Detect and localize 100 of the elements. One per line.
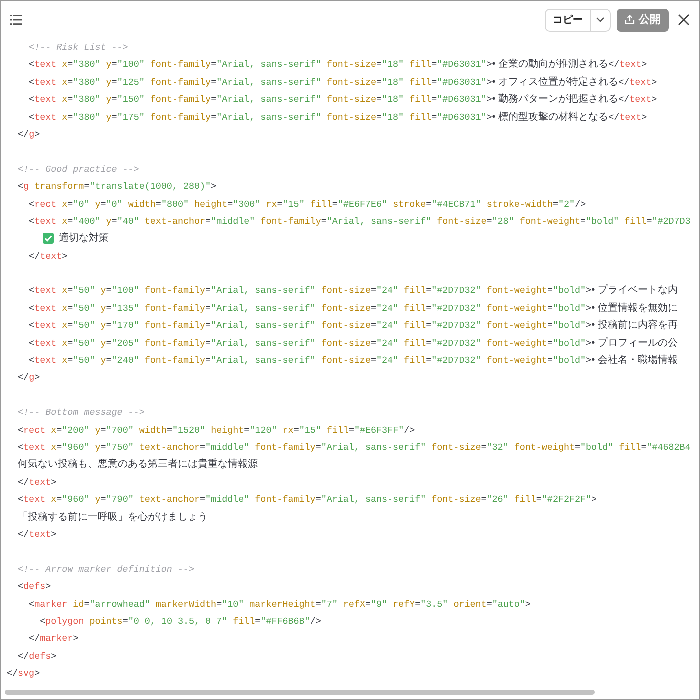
code-attribute: x — [61, 302, 68, 316]
code-tag: text — [630, 74, 652, 92]
code-tag: text — [29, 526, 52, 544]
code-attribute: transform — [34, 180, 84, 194]
code-value: "Arial, sans-serif" — [321, 493, 426, 508]
code-tag: text — [34, 74, 57, 92]
code-value: "150" — [117, 93, 145, 108]
code-attribute: fill — [624, 214, 647, 229]
code-attribute: y — [94, 440, 101, 455]
code-value: "125" — [117, 76, 145, 90]
code-value: "960" — [62, 440, 90, 455]
code-punctuation: </ — [608, 58, 620, 72]
code-punctuation: = — [580, 214, 586, 229]
code-punctuation: = — [68, 319, 74, 334]
code-attribute: x — [61, 319, 68, 334]
code-text: • プライベートな内 — [592, 284, 678, 298]
code-punctuation: = — [68, 58, 74, 72]
code-punctuation: > — [586, 319, 592, 334]
code-punctuation: < — [17, 440, 24, 455]
code-attribute: font-family — [149, 58, 212, 72]
code-attribute: x — [61, 110, 68, 125]
code-text: • 企業の動向が推測される — [492, 58, 609, 72]
code-punctuation: > — [652, 93, 658, 108]
code-punctuation: = — [486, 598, 492, 612]
code-attribute: x — [50, 493, 57, 508]
code-value: "750" — [106, 440, 134, 455]
code-attribute: y — [105, 76, 112, 90]
code-punctuation: > — [62, 250, 68, 264]
copy-button[interactable]: コピー — [546, 10, 591, 30]
code-attribute: points — [88, 614, 123, 629]
code-tag: g — [29, 369, 35, 387]
code-value: "#2D7D32" — [432, 302, 482, 316]
code-punctuation: = — [426, 302, 432, 316]
code-punctuation: < — [28, 76, 35, 90]
code-text: • 会社名・職場情報 — [592, 354, 678, 368]
code-punctuation: = — [112, 76, 118, 90]
code-attribute: width — [127, 198, 156, 212]
code-punctuation: = — [547, 336, 553, 351]
code-punctuation: > — [586, 302, 592, 316]
code-value: "middle" — [206, 440, 250, 455]
code-punctuation: > — [486, 76, 492, 90]
code-value: "0 0, 10 3.5, 0 7" — [128, 614, 228, 629]
code-value: "3.5" — [420, 598, 448, 612]
code-punctuation: < — [28, 319, 35, 334]
code-tag: text — [34, 91, 57, 109]
code-punctuation: = — [56, 440, 62, 455]
code-punctuation: = — [641, 440, 647, 455]
code-text: • 位置情報を無効に — [592, 302, 678, 316]
code-punctuation: = — [68, 302, 74, 316]
code-attribute: x — [61, 198, 68, 212]
code-value: "50" — [73, 354, 96, 368]
code-punctuation: = — [106, 354, 112, 368]
code-punctuation: = — [68, 198, 74, 212]
code-attribute: font-weight — [513, 440, 575, 455]
code-attribute: fill — [326, 424, 349, 438]
code-punctuation: = — [68, 214, 74, 229]
close-icon[interactable] — [677, 13, 691, 27]
code-punctuation: = — [56, 424, 62, 438]
code-attribute: width — [138, 424, 167, 438]
code-punctuation: < — [28, 354, 35, 368]
code-value: "translate(1000, 280)" — [90, 180, 212, 194]
code-attribute: orient — [452, 598, 487, 612]
code-punctuation: < — [17, 424, 24, 438]
code-tag: text — [34, 282, 57, 300]
code-punctuation: = — [432, 58, 438, 72]
code-punctuation: < — [28, 214, 35, 229]
code-punctuation: > — [211, 180, 217, 194]
code-value: "200" — [62, 424, 90, 438]
code-value: "205" — [112, 336, 140, 351]
code-punctuation: = — [166, 424, 172, 438]
code-punctuation: = — [426, 284, 432, 298]
code-punctuation: = — [106, 284, 112, 298]
code-value: "arrowhead" — [90, 598, 150, 612]
code-punctuation: = — [68, 354, 74, 368]
code-punctuation: = — [365, 598, 371, 612]
code-tag: text — [24, 491, 46, 509]
code-value: "50" — [73, 302, 96, 316]
code-tag: g — [29, 126, 35, 144]
code-punctuation: = — [432, 76, 438, 90]
code-attribute: font-size — [430, 493, 482, 508]
list-icon[interactable] — [9, 13, 23, 27]
code-attribute: font-size — [326, 93, 376, 108]
code-punctuation: = — [206, 336, 212, 351]
code-attribute: font-family — [144, 354, 206, 368]
code-value: "24" — [376, 319, 399, 334]
code-punctuation: = — [100, 493, 106, 508]
code-punctuation: < — [28, 284, 35, 298]
code-attribute: id — [72, 598, 84, 612]
code-tag: text — [34, 212, 57, 230]
code-value: "15" — [299, 424, 322, 438]
code-value: "18" — [382, 58, 404, 72]
code-value: "50" — [73, 284, 96, 298]
code-punctuation: /> — [575, 198, 586, 212]
code-value: "2" — [558, 198, 576, 212]
code-value: "240" — [112, 354, 140, 368]
scrollbar-thumb[interactable] — [5, 690, 595, 694]
code-punctuation: = — [426, 198, 432, 212]
code-value: "135" — [112, 302, 140, 316]
code-punctuation: = — [211, 76, 217, 90]
code-attribute: font-family — [254, 493, 316, 508]
